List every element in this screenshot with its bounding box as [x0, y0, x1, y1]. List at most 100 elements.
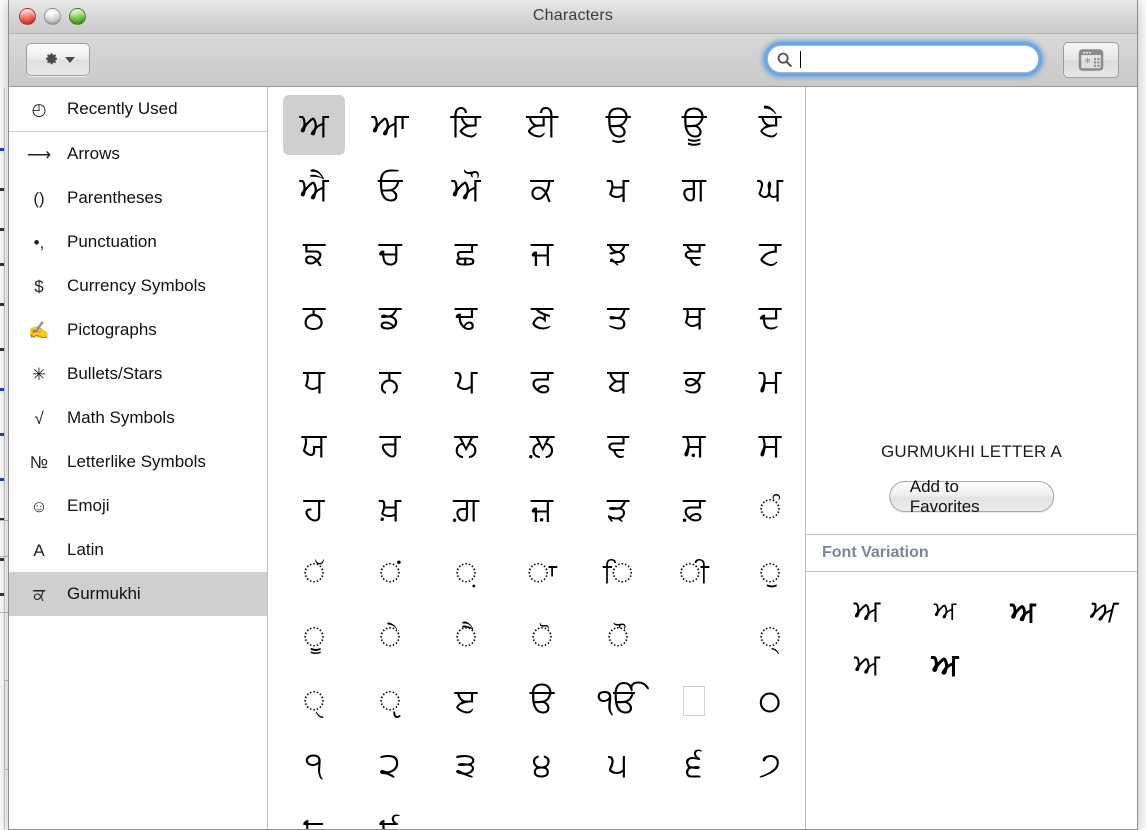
character-cell[interactable]	[580, 797, 656, 830]
action-gear-button[interactable]	[26, 43, 90, 76]
character-cell[interactable]: ਲ਼	[504, 413, 580, 477]
font-variation-cell[interactable]: ਅ	[906, 584, 984, 638]
font-variation-cell[interactable]: ਅ	[828, 584, 906, 638]
character-cell[interactable]: ਚ	[352, 221, 428, 285]
character-cell[interactable]: ੧	[276, 733, 352, 797]
character-cell[interactable]	[656, 797, 732, 830]
character-cell[interactable]: ੩	[428, 733, 504, 797]
character-cell[interactable]: ਞ	[656, 221, 732, 285]
character-cell[interactable]: ਵ	[580, 413, 656, 477]
character-cell[interactable]: ਹ	[276, 477, 352, 541]
font-variation-grid[interactable]: ਅਅਅਅਅਅ	[806, 572, 1137, 692]
character-cell[interactable]: ਆ	[352, 93, 428, 157]
character-cell[interactable]: ਠ	[276, 285, 352, 349]
character-cell[interactable]: ਬ	[580, 349, 656, 413]
character-cell[interactable]	[428, 797, 504, 830]
character-cell[interactable]: ਖ	[580, 157, 656, 221]
character-cell[interactable]: ੴ	[580, 669, 656, 733]
character-palette-toggle-button[interactable]: *	[1063, 42, 1119, 78]
character-cell[interactable]: ◌ੁ	[732, 541, 806, 605]
search-field-container[interactable]	[764, 42, 1042, 76]
character-cell[interactable]: ਟ	[732, 221, 806, 285]
character-cell[interactable]: ਜ	[504, 221, 580, 285]
character-cell[interactable]: ◌ੱ	[276, 541, 352, 605]
character-cell[interactable]: ਡ	[352, 285, 428, 349]
character-cell[interactable]: ◌ੌ	[580, 605, 656, 669]
sidebar-item-arrows[interactable]: ⟶Arrows	[9, 132, 267, 176]
add-to-favorites-button[interactable]: Add to Favorites	[889, 481, 1055, 512]
character-cell[interactable]: ਓ	[352, 157, 428, 221]
character-cell[interactable]: ◌ੋ	[504, 605, 580, 669]
sidebar-item-punctuation[interactable]: •,Punctuation	[9, 220, 267, 264]
character-cell[interactable]: ◌ੂ	[276, 605, 352, 669]
character-cell[interactable]: ◌਼	[428, 541, 504, 605]
character-cell[interactable]: ਔ	[428, 157, 504, 221]
character-cell[interactable]: ਰ	[352, 413, 428, 477]
character-cell[interactable]: ਅ	[276, 93, 352, 157]
character-cell[interactable]: ◌ੵ	[352, 669, 428, 733]
character-cell[interactable]: ਧ	[276, 349, 352, 413]
font-variation-cell[interactable]: ਅ	[906, 638, 984, 692]
character-cell[interactable]: ◌ੑ	[276, 669, 352, 733]
character-cell[interactable]: ਜ਼	[504, 477, 580, 541]
character-cell[interactable]: ੨	[352, 733, 428, 797]
sidebar-item-pictographs[interactable]: ✍Pictographs	[9, 308, 267, 352]
character-cell[interactable]: ੬	[656, 733, 732, 797]
character-cell[interactable]: ਮ	[732, 349, 806, 413]
character-cell[interactable]: ੭	[732, 733, 806, 797]
sidebar-item-gurmukhi[interactable]: ਕGurmukhi	[9, 572, 267, 616]
search-field[interactable]	[767, 45, 1039, 73]
character-cell[interactable]: ੜ	[580, 477, 656, 541]
character-cell[interactable]: ਖ਼	[352, 477, 428, 541]
character-cell[interactable]: ◌ਿ	[580, 541, 656, 605]
character-cell[interactable]: ਥ	[656, 285, 732, 349]
character-cell[interactable]: ਝ	[580, 221, 656, 285]
sidebar-item-emoji[interactable]: ☺Emoji	[9, 484, 267, 528]
character-cell[interactable]: ਣ	[504, 285, 580, 349]
font-variation-cell[interactable]: ਅ	[984, 584, 1062, 638]
font-variation-cell[interactable]: ਅ	[1062, 584, 1138, 638]
character-cell[interactable]: ੯	[352, 797, 428, 830]
character-cell[interactable]: ਭ	[656, 349, 732, 413]
character-cell[interactable]: ਏ	[732, 93, 806, 157]
character-grid-pane[interactable]: ਅਆਇਈਉਊਏਐਓਔਕਖਗਘਙਚਛਜਝਞਟਠਡਢਣਤਥਦਧਨਪਫਬਭਮਯਰਲਲ਼ਵ…	[268, 87, 806, 830]
character-cell[interactable]: ਢ	[428, 285, 504, 349]
character-cell[interactable]: ੮	[276, 797, 352, 830]
character-cell[interactable]: ਨ	[352, 349, 428, 413]
window-titlebar[interactable]: Characters	[9, 0, 1137, 34]
character-cell[interactable]: ਐ	[276, 157, 352, 221]
character-cell[interactable]: ਫ	[504, 349, 580, 413]
character-cell[interactable]: ਛ	[428, 221, 504, 285]
character-cell[interactable]: ◌ੇ	[352, 605, 428, 669]
character-cell[interactable]: ◌ਾ	[504, 541, 580, 605]
character-cell[interactable]: ਘ	[732, 157, 806, 221]
character-cell[interactable]: ◌ੈ	[428, 605, 504, 669]
character-cell[interactable]: ਲ	[428, 413, 504, 477]
character-cell[interactable]: ਸ	[732, 413, 806, 477]
sidebar-item-latin[interactable]: ALatin	[9, 528, 267, 572]
sidebar-item-recently-used[interactable]: ◴Recently Used	[9, 87, 267, 131]
character-cell[interactable]: ੲ	[428, 669, 504, 733]
character-cell[interactable]: ਦ	[732, 285, 806, 349]
character-cell[interactable]	[504, 797, 580, 830]
character-cell[interactable]: ਉ	[580, 93, 656, 157]
character-grid[interactable]: ਅਆਇਈਉਊਏਐਓਔਕਖਗਘਙਚਛਜਝਞਟਠਡਢਣਤਥਦਧਨਪਫਬਭਮਯਰਲਲ਼ਵ…	[268, 87, 805, 830]
character-cell[interactable]: ਗ਼	[428, 477, 504, 541]
sidebar-item-math-symbols[interactable]: √Math Symbols	[9, 396, 267, 440]
character-cell[interactable]: ◌੍	[732, 605, 806, 669]
sidebar-item-bullets-stars[interactable]: ✳Bullets/Stars	[9, 352, 267, 396]
character-cell[interactable]: ਊ	[656, 93, 732, 157]
character-cell[interactable]: ਪ	[428, 349, 504, 413]
character-cell[interactable]: ਇ	[428, 93, 504, 157]
character-cell[interactable]: ੪	[504, 733, 580, 797]
sidebar-item-currency-symbols[interactable]: $Currency Symbols	[9, 264, 267, 308]
character-cell[interactable]: ਤ	[580, 285, 656, 349]
sidebar-item-letterlike-symbols[interactable]: №Letterlike Symbols	[9, 440, 267, 484]
character-cell[interactable]: ਫ਼	[656, 477, 732, 541]
character-cell[interactable]: ◌ੰ	[732, 477, 806, 541]
character-cell[interactable]: ਗ	[656, 157, 732, 221]
category-sidebar[interactable]: ◴Recently Used⟶Arrows()Parentheses•,Punc…	[9, 87, 268, 830]
character-cell[interactable]: ਙ	[276, 221, 352, 285]
character-cell[interactable]	[656, 669, 732, 733]
character-cell[interactable]: ਯ	[276, 413, 352, 477]
